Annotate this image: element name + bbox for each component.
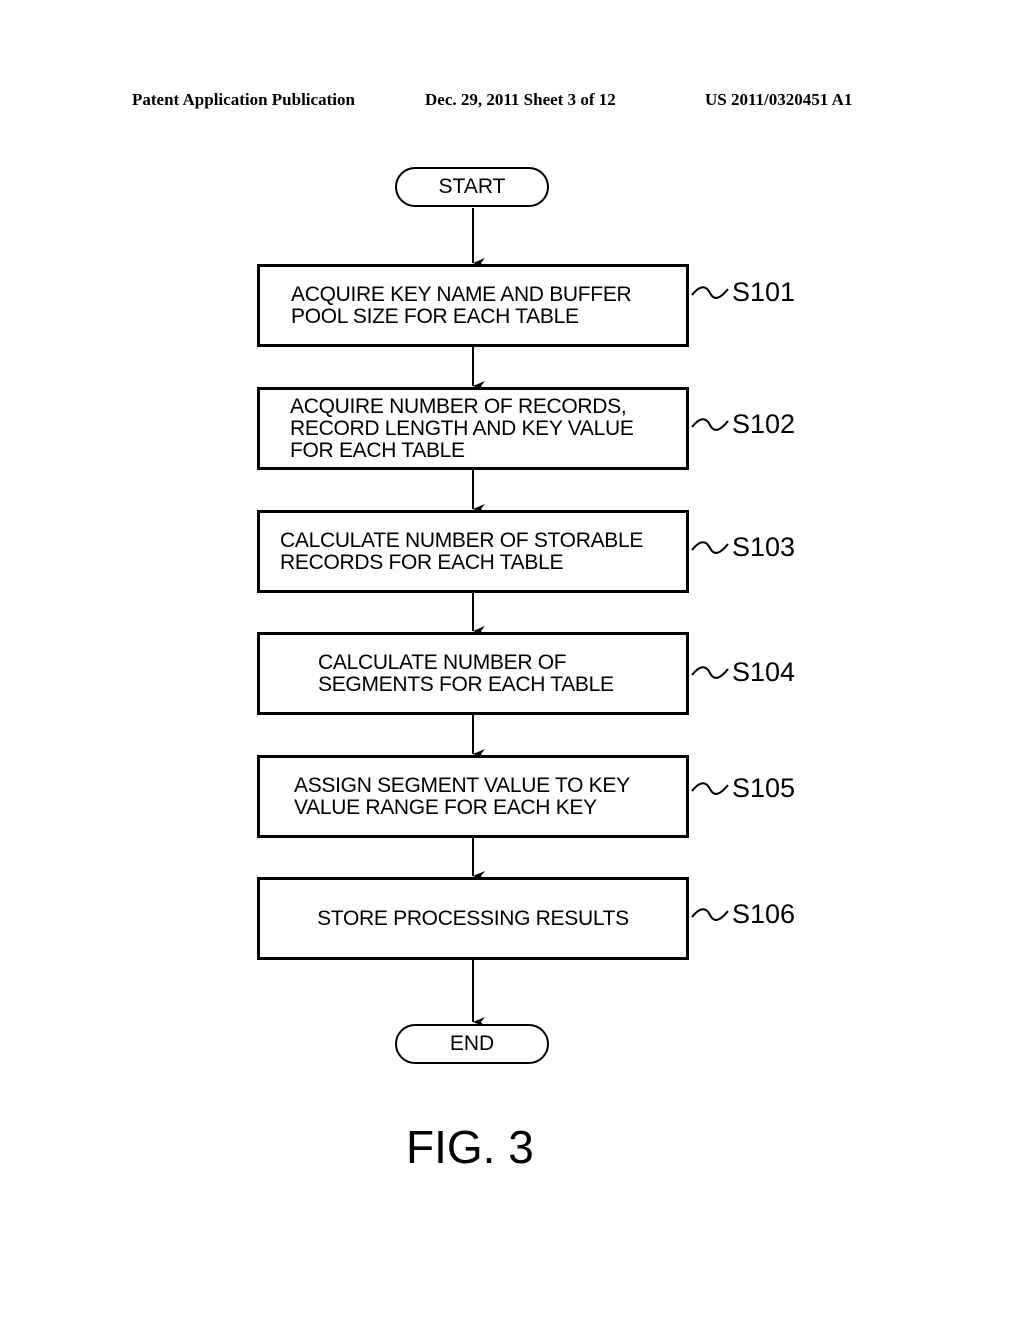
end-terminal: END <box>395 1024 549 1064</box>
leader-tilde-icon <box>691 286 729 299</box>
step-label-s106: S106 <box>732 899 796 929</box>
step-label-s105: S105 <box>732 773 796 803</box>
step-text-line: POOL SIZE FOR EACH TABLE <box>291 304 579 328</box>
leader-tilde-icon <box>691 782 729 795</box>
step-box-s104: CALCULATE NUMBER OF SEGMENTS FOR EACH TA… <box>257 632 689 715</box>
step-text-line: STORE PROCESSING RESULTS <box>317 906 629 930</box>
step-box-s102: ACQUIRE NUMBER OF RECORDS, RECORD LENGTH… <box>257 387 689 470</box>
leader-tilde-icon <box>691 418 729 431</box>
step-text-line: ACQUIRE NUMBER OF RECORDS, <box>290 394 627 418</box>
step-label-s103: S103 <box>732 532 796 562</box>
step-text-line: FOR EACH TABLE <box>290 438 465 462</box>
step-text-line: SEGMENTS FOR EACH TABLE <box>318 672 614 696</box>
leader-tilde-icon <box>691 908 729 921</box>
step-text-line: ASSIGN SEGMENT VALUE TO KEY <box>294 773 630 797</box>
step-label-s101: S101 <box>732 277 796 307</box>
step-text-line: CALCULATE NUMBER OF STORABLE <box>280 528 644 552</box>
step-text-line: ACQUIRE KEY NAME AND BUFFER <box>291 282 632 306</box>
step-box-s106: STORE PROCESSING RESULTS <box>257 877 689 960</box>
step-label-s102: S102 <box>732 409 796 439</box>
step-box-s103: CALCULATE NUMBER OF STORABLE RECORDS FOR… <box>257 510 689 593</box>
step-box-s105: ASSIGN SEGMENT VALUE TO KEY VALUE RANGE … <box>257 755 689 838</box>
figure-label: FIG. 3 <box>406 1121 534 1173</box>
step-text-line: VALUE RANGE FOR EACH KEY <box>294 795 597 819</box>
leader-tilde-icon <box>691 541 729 554</box>
step-label-s104: S104 <box>732 657 796 687</box>
step-text-line: RECORD LENGTH AND KEY VALUE <box>290 416 634 440</box>
step-text-line: CALCULATE NUMBER OF <box>318 650 567 674</box>
start-terminal: START <box>395 167 549 207</box>
leader-tilde-icon <box>691 666 729 679</box>
step-box-s101: ACQUIRE KEY NAME AND BUFFER POOL SIZE FO… <box>257 264 689 347</box>
step-text-line: RECORDS FOR EACH TABLE <box>280 550 564 574</box>
